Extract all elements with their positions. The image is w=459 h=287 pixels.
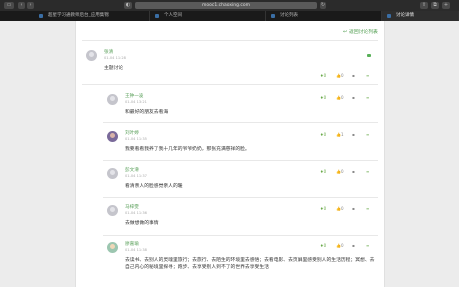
reply-icon[interactable]: ▪	[352, 243, 355, 249]
post-time: 01-04 11:38	[125, 248, 147, 252]
reply-icon[interactable]: ▪	[352, 206, 355, 212]
like-count: 0	[323, 243, 327, 248]
divider	[103, 122, 378, 123]
sidebar-toggle-button[interactable]: ▭	[4, 2, 14, 9]
post-time: 01-04 11:35	[125, 137, 147, 141]
like-button[interactable]: ♦0	[320, 169, 326, 175]
browser-toolbar: ▭ ‹ › ◐ mooc1.chaoxing.com ↻ ⇪ ⧉ +	[0, 0, 459, 11]
tab-personal-space[interactable]: 个人空间	[150, 11, 266, 21]
like-button[interactable]: ♦0	[320, 95, 326, 101]
praise-count: 0	[340, 73, 344, 78]
praise-count: 1	[340, 132, 344, 137]
back-button[interactable]: ‹	[18, 2, 25, 9]
tabs-overview-button[interactable]: ⧉	[431, 2, 439, 9]
tab-label: 超星学习通教师后台_应用集锦	[48, 13, 109, 18]
post-time: 01-04 11:28	[104, 56, 126, 60]
more-options-icon[interactable]	[367, 54, 371, 57]
post-time: 01-04 11:36	[125, 211, 147, 215]
avatar[interactable]	[86, 50, 97, 61]
tab-label: 个人空间	[164, 13, 182, 18]
praise-button[interactable]: 👍0	[336, 169, 344, 175]
favicon-icon	[271, 14, 275, 18]
tab-apps[interactable]: 超星学习通教师后台_应用集锦	[34, 11, 150, 21]
menu-icon[interactable]: ≡	[366, 95, 369, 101]
praise-count: 0	[340, 169, 344, 174]
like-count: 0	[323, 206, 327, 211]
post-content: 去做想做的事情	[125, 221, 159, 226]
avatar[interactable]	[107, 242, 118, 253]
reload-icon[interactable]: ↻	[320, 2, 326, 9]
new-tab-button[interactable]: +	[442, 2, 450, 9]
like-button[interactable]: ♦0	[320, 132, 326, 138]
post-actions: ♦0 👍1 ▪ ≡	[320, 132, 376, 138]
like-button[interactable]: ♦0	[320, 206, 326, 212]
like-count: 0	[323, 169, 327, 174]
like-button[interactable]: ♦0	[320, 73, 326, 79]
like-count: 0	[323, 73, 327, 78]
divider	[82, 84, 378, 85]
praise-button[interactable]: 👍0	[336, 243, 344, 249]
tab-label: 讨论列表	[280, 13, 298, 18]
praise-button[interactable]: 👍0	[336, 95, 344, 101]
post-content: 我要看看我养了我十几年的爷爷奶奶，那张充满慈祥的脸。	[125, 147, 250, 152]
post-actions: ♦0 👍0 ▪ ≡	[320, 169, 376, 175]
praise-button[interactable]: 👍0	[336, 206, 344, 212]
menu-icon[interactable]: ≡	[366, 169, 369, 175]
post-content: 和最好的朋友去看海	[125, 110, 169, 115]
like-button[interactable]: ♦0	[320, 243, 326, 249]
back-to-list-link[interactable]: ↩ 返回讨论列表	[343, 30, 378, 36]
browser-chrome: ▭ ‹ › ◐ mooc1.chaoxing.com ↻ ⇪ ⧉ + 超星学习通…	[0, 0, 459, 21]
post-actions: ♦0 👍0 ▪ ≡	[320, 243, 376, 249]
like-count: 0	[323, 95, 327, 100]
post-content: 看清亲人的脸感觉亲人的暖	[125, 184, 183, 189]
share-button[interactable]: ⇪	[420, 2, 428, 9]
back-link-label: 返回讨论列表	[349, 30, 378, 35]
praise-count: 0	[340, 206, 344, 211]
menu-icon[interactable]: ≡	[366, 206, 369, 212]
favicon-icon	[155, 14, 159, 18]
post-content: 去读书、去别人的灵魂里旅行；去旅行、去陌生的环境里去感悟；去看电影、去页屏里感受…	[125, 258, 375, 270]
menu-icon[interactable]: ≡	[366, 73, 369, 79]
post-content: 主题讨论	[104, 66, 124, 71]
praise-button[interactable]: 👍0	[336, 73, 344, 79]
reader-button[interactable]: ◐	[124, 2, 132, 9]
return-arrow-icon: ↩	[343, 30, 348, 35]
favicon-icon	[387, 14, 391, 18]
praise-count: 0	[340, 243, 344, 248]
divider	[103, 160, 378, 161]
avatar[interactable]	[107, 94, 118, 105]
post-actions: ♦0 👍0 ▪ ≡	[320, 206, 376, 212]
reply-icon[interactable]: ▪	[352, 132, 355, 138]
avatar[interactable]	[107, 131, 118, 142]
praise-button[interactable]: 👍1	[336, 132, 344, 138]
post-actions: ♦0 👍0 ▪ ≡	[320, 95, 376, 101]
avatar[interactable]	[107, 205, 118, 216]
scrollbar[interactable]	[452, 21, 459, 287]
post-time: 01-04 11:37	[125, 174, 147, 178]
like-count: 0	[323, 132, 327, 137]
menu-icon[interactable]: ≡	[366, 132, 369, 138]
post-actions: ♦0 👍0 ▪ ≡	[320, 73, 376, 79]
divider	[103, 235, 378, 236]
post-time: 01-04 13:21	[125, 100, 147, 104]
favicon-icon	[39, 14, 43, 18]
reply-icon[interactable]: ▪	[352, 95, 355, 101]
tab-discussion-list[interactable]: 讨论列表	[266, 11, 382, 21]
reply-icon[interactable]: ▪	[352, 73, 355, 79]
menu-icon[interactable]: ≡	[366, 243, 369, 249]
reply-icon[interactable]: ▪	[352, 169, 355, 175]
avatar[interactable]	[107, 168, 118, 179]
address-bar[interactable]: mooc1.chaoxing.com	[135, 2, 317, 9]
tab-discussion-detail[interactable]: 讨论详情	[382, 11, 459, 21]
tab-bar: 超星学习通教师后台_应用集锦 个人空间 讨论列表 讨论详情	[0, 11, 459, 21]
divider	[82, 40, 378, 41]
tab-label: 讨论详情	[396, 13, 414, 18]
praise-count: 0	[340, 95, 344, 100]
divider	[103, 197, 378, 198]
forward-button[interactable]: ›	[27, 2, 34, 9]
